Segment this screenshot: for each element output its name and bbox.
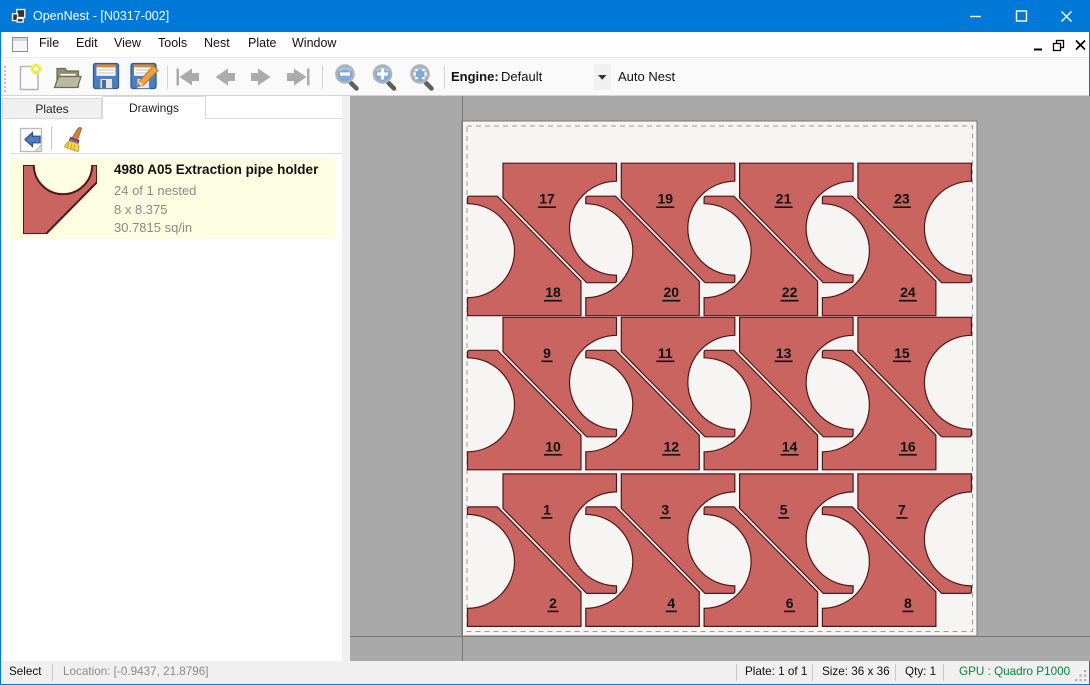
svg-text:23: 23 <box>894 191 910 207</box>
svg-text:18: 18 <box>545 284 561 300</box>
svg-text:2: 2 <box>549 595 557 611</box>
svg-text:19: 19 <box>658 191 674 207</box>
svg-text:3: 3 <box>661 501 669 517</box>
svg-text:21: 21 <box>776 191 792 207</box>
svg-text:1: 1 <box>543 501 551 517</box>
svg-text:12: 12 <box>664 438 680 454</box>
svg-text:6: 6 <box>786 595 794 611</box>
svg-text:11: 11 <box>658 345 673 361</box>
svg-text:16: 16 <box>900 438 916 454</box>
svg-text:17: 17 <box>539 191 555 207</box>
svg-text:14: 14 <box>782 438 798 454</box>
svg-text:15: 15 <box>894 345 910 361</box>
svg-text:9: 9 <box>543 345 551 361</box>
svg-text:20: 20 <box>664 284 680 300</box>
svg-text:7: 7 <box>898 501 906 517</box>
svg-text:4: 4 <box>667 595 675 611</box>
svg-text:24: 24 <box>900 284 916 300</box>
svg-text:22: 22 <box>782 284 798 300</box>
svg-text:10: 10 <box>545 438 561 454</box>
svg-text:8: 8 <box>904 595 912 611</box>
svg-text:13: 13 <box>776 345 792 361</box>
svg-text:5: 5 <box>780 501 788 517</box>
